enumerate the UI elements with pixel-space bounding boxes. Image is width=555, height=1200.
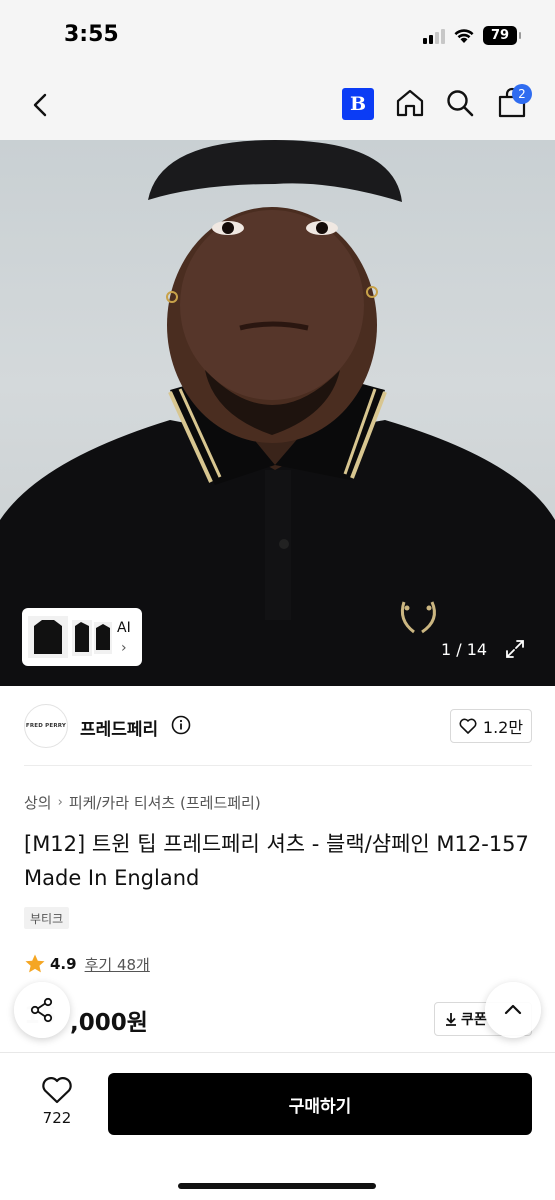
home-icon[interactable] [394,87,426,119]
brand-b-badge[interactable]: B [342,88,374,120]
brand-logo[interactable]: FRED PERRY [24,704,68,748]
info-icon[interactable] [171,715,191,735]
divider [24,765,532,766]
scroll-to-top-button[interactable] [485,982,541,1038]
cart-count-badge: 2 [512,84,532,104]
chevron-left-icon[interactable] [26,90,56,120]
model-photo [0,140,555,686]
download-icon [446,1013,456,1026]
breadcrumb-category[interactable]: 상의 [24,792,52,813]
status-icons: 79 [423,26,521,45]
chevron-right-icon: › [57,795,63,810]
review-link[interactable]: 후기 48개 [85,954,150,975]
wish-count: 722 [42,1109,72,1127]
chevron-right-icon: › [121,640,127,656]
coupon-label: 쿠폰 [461,1012,487,1028]
rating-value: 4.9 [50,955,77,973]
battery-icon: 79 [483,26,521,45]
product-image[interactable]: AI › 1 / 14 [0,140,555,686]
chevron-up-icon [504,1004,522,1015]
cellular-signal-icon [423,28,445,44]
heart-icon[interactable] [41,1075,73,1105]
breadcrumb-subcategory[interactable]: 피케/카라 티셔츠 (프레드페리) [69,792,261,813]
brand-like-count: 1.2만 [482,718,524,737]
share-icon [30,997,53,1023]
boutique-tag: 부티크 [24,907,70,929]
image-counter: 1 / 14 [441,640,488,659]
brand-name[interactable]: 프레드페리 [80,715,158,740]
nav-bar: B 2 [0,70,555,140]
home-indicator [178,1183,376,1189]
brand-row: FRED PERRY 프레드페리 1.2만 [0,686,555,766]
status-bar: 3:55 79 [0,0,555,70]
ai-label: AI [117,620,131,636]
price: ,000원 [70,1010,148,1036]
ai-similar-items-button[interactable]: AI › [22,608,142,666]
status-time: 3:55 [64,22,119,47]
shirt-thumbnails [28,616,112,658]
wifi-icon [454,28,474,43]
star-icon [25,954,45,973]
brand-like-button[interactable]: 1.2만 [450,709,532,743]
rating-row: 4.9 후기 48개 [24,953,150,975]
breadcrumb: 상의 › 피케/카라 티셔츠 (프레드페리) [24,792,261,813]
buy-button[interactable]: 구매하기 [108,1073,532,1135]
bottom-bar: 722 구매하기 [0,1052,555,1200]
heart-icon [459,718,477,734]
search-icon[interactable] [444,87,476,119]
product-title: [M12] 트윈 팁 프레드페리 셔츠 - 블랙/샴페인 M12-157 Mad… [24,832,529,890]
expand-icon[interactable] [504,638,526,660]
share-button[interactable] [14,982,70,1038]
